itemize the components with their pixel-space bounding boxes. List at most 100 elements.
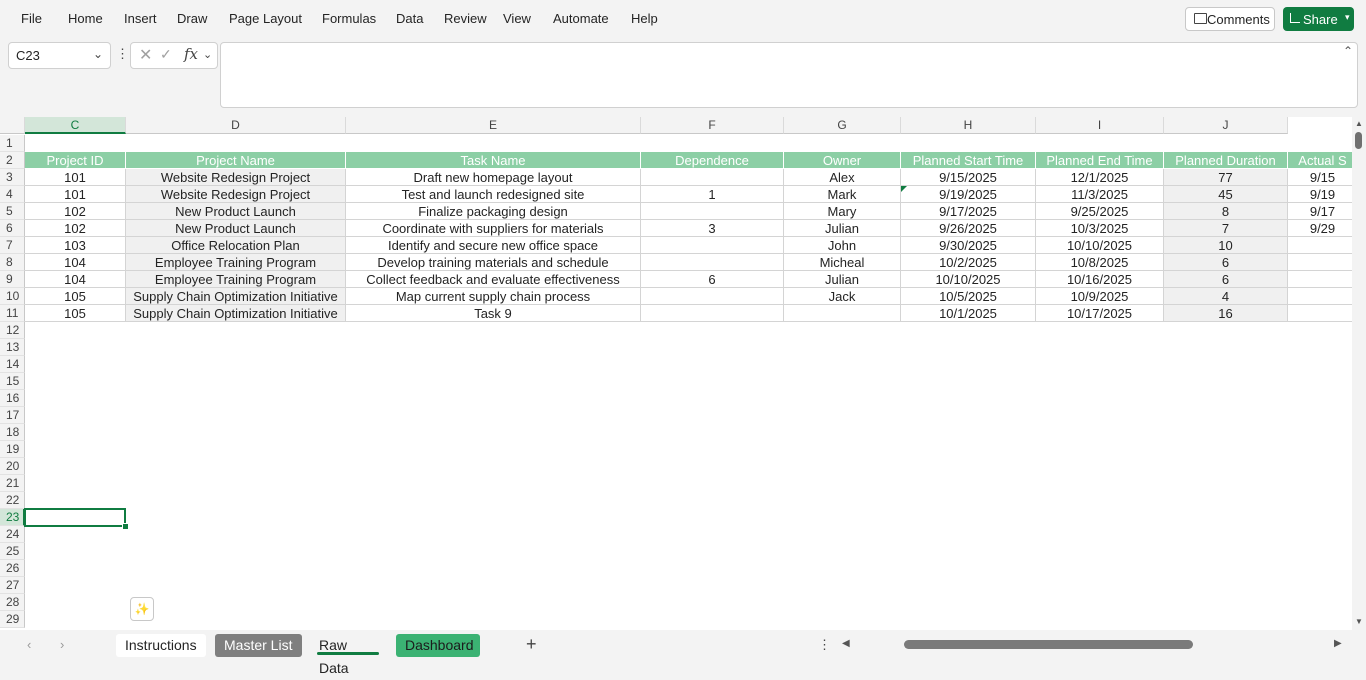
table-cell[interactable]: 1 [641,186,784,203]
row-header-7[interactable]: 7 [0,237,25,254]
column-header-i[interactable]: I [1036,117,1164,134]
row-header-14[interactable]: 14 [0,356,25,373]
row-header-11[interactable]: 11 [0,305,25,322]
table-cell[interactable]: 10/16/2025 [1036,271,1164,288]
row-header-8[interactable]: 8 [0,254,25,271]
table-cell[interactable] [1288,288,1352,305]
column-header-c[interactable]: C [25,117,126,134]
vertical-scrollbar[interactable]: ▲ ▼ [1352,117,1366,630]
table-cell[interactable]: Test and launch redesigned site [346,186,641,203]
table-cell[interactable]: 11/3/2025 [1036,186,1164,203]
row-header-21[interactable]: 21 [0,475,25,492]
table-cell[interactable] [784,305,901,322]
row-header-5[interactable]: 5 [0,203,25,220]
table-cell[interactable]: 16 [1164,305,1288,322]
row-header-22[interactable]: 22 [0,492,25,509]
table-cell[interactable]: Employee Training Program [126,254,346,271]
table-cell[interactable]: 6 [641,271,784,288]
scroll-up-icon[interactable]: ▲ [1355,119,1363,128]
row-header-27[interactable]: 27 [0,577,25,594]
table-cell[interactable] [641,237,784,254]
row-header-19[interactable]: 19 [0,441,25,458]
table-cell[interactable] [641,203,784,220]
header-cell[interactable]: Dependence [641,152,784,169]
row-header-23[interactable]: 23 [0,509,25,526]
header-cell[interactable]: Owner [784,152,901,169]
row-header-1[interactable]: 1 [0,135,25,152]
copilot-sparkle-icon[interactable]: ✨ [130,597,154,621]
row-header-29[interactable]: 29 [0,611,25,628]
column-header-h[interactable]: H [901,117,1036,134]
table-cell[interactable]: 10/17/2025 [1036,305,1164,322]
table-cell[interactable]: Mary [784,203,901,220]
menu-view[interactable]: View [503,11,531,26]
chevron-down-icon[interactable]: ⌄ [203,48,212,61]
table-cell[interactable]: 77 [1164,169,1288,186]
column-header-f[interactable]: F [641,117,784,134]
tab-master-list[interactable]: Master List [215,634,302,657]
selected-cell[interactable] [24,508,126,527]
table-cell[interactable]: 10/10/2025 [901,271,1036,288]
scroll-left-icon[interactable]: ◀ [842,638,850,649]
table-cell[interactable]: Collect feedback and evaluate effectiven… [346,271,641,288]
formula-input[interactable] [220,42,1358,108]
table-cell[interactable]: 104 [25,271,126,288]
row-header-16[interactable]: 16 [0,390,25,407]
chevron-right-icon[interactable]: › [60,637,64,652]
name-box[interactable]: C23 ⌄ [8,42,111,69]
table-cell[interactable]: Finalize packaging design [346,203,641,220]
row-header-25[interactable]: 25 [0,543,25,560]
table-cell[interactable]: 12/1/2025 [1036,169,1164,186]
check-icon[interactable]: ✓ [160,46,172,63]
table-cell[interactable] [1288,271,1352,288]
menu-insert[interactable]: Insert [124,11,157,26]
share-button[interactable]: Share ▾ [1283,7,1354,31]
menu-formulas[interactable]: Formulas [322,11,376,26]
table-cell[interactable]: 104 [25,254,126,271]
fill-handle[interactable] [122,523,129,530]
table-cell[interactable]: Jack [784,288,901,305]
row-header-6[interactable]: 6 [0,220,25,237]
collapse-formula-bar-icon[interactable]: ⌃ [1343,44,1353,58]
row-header-12[interactable]: 12 [0,322,25,339]
table-cell[interactable]: 103 [25,237,126,254]
table-cell[interactable]: Julian [784,271,901,288]
column-header-d[interactable]: D [126,117,346,134]
table-cell[interactable]: 4 [1164,288,1288,305]
table-cell[interactable]: 9/17/2025 [901,203,1036,220]
chevron-down-icon[interactable]: ⌄ [93,47,103,61]
scroll-thumb[interactable] [1355,132,1362,149]
table-cell[interactable]: Website Redesign Project [126,169,346,186]
table-cell[interactable]: 102 [25,203,126,220]
table-cell[interactable] [641,288,784,305]
column-header-e[interactable]: E [346,117,641,134]
table-cell[interactable]: 9/15 [1288,169,1352,186]
table-cell[interactable]: 6 [1164,254,1288,271]
table-cell[interactable]: Draft new homepage layout [346,169,641,186]
table-cell[interactable]: 3 [641,220,784,237]
table-cell[interactable]: Task 9 [346,305,641,322]
table-cell[interactable] [641,169,784,186]
table-cell[interactable]: 102 [25,220,126,237]
more-options-icon[interactable]: ⋮ [116,46,129,62]
table-cell[interactable]: 9/19 [1288,186,1352,203]
table-cell[interactable] [1288,237,1352,254]
row-header-18[interactable]: 18 [0,424,25,441]
row-header-9[interactable]: 9 [0,271,25,288]
table-cell[interactable]: Micheal [784,254,901,271]
row-header-13[interactable]: 13 [0,339,25,356]
menu-help[interactable]: Help [631,11,658,26]
table-cell[interactable]: 9/19/2025 [901,186,1036,203]
cancel-icon[interactable]: ✕ [139,45,152,65]
table-cell[interactable]: 9/29 [1288,220,1352,237]
scroll-right-icon[interactable]: ▶ [1334,638,1342,649]
table-cell[interactable] [641,254,784,271]
horizontal-scroll-thumb[interactable] [904,640,1193,649]
header-cell[interactable]: Planned End Time [1036,152,1164,169]
table-cell[interactable] [1288,305,1352,322]
tab-raw-data[interactable]: Raw Data [310,634,386,676]
row-header-28[interactable]: 28 [0,594,25,611]
table-cell[interactable]: 10/3/2025 [1036,220,1164,237]
select-all-corner[interactable] [0,117,25,134]
row-header-4[interactable]: 4 [0,186,25,203]
